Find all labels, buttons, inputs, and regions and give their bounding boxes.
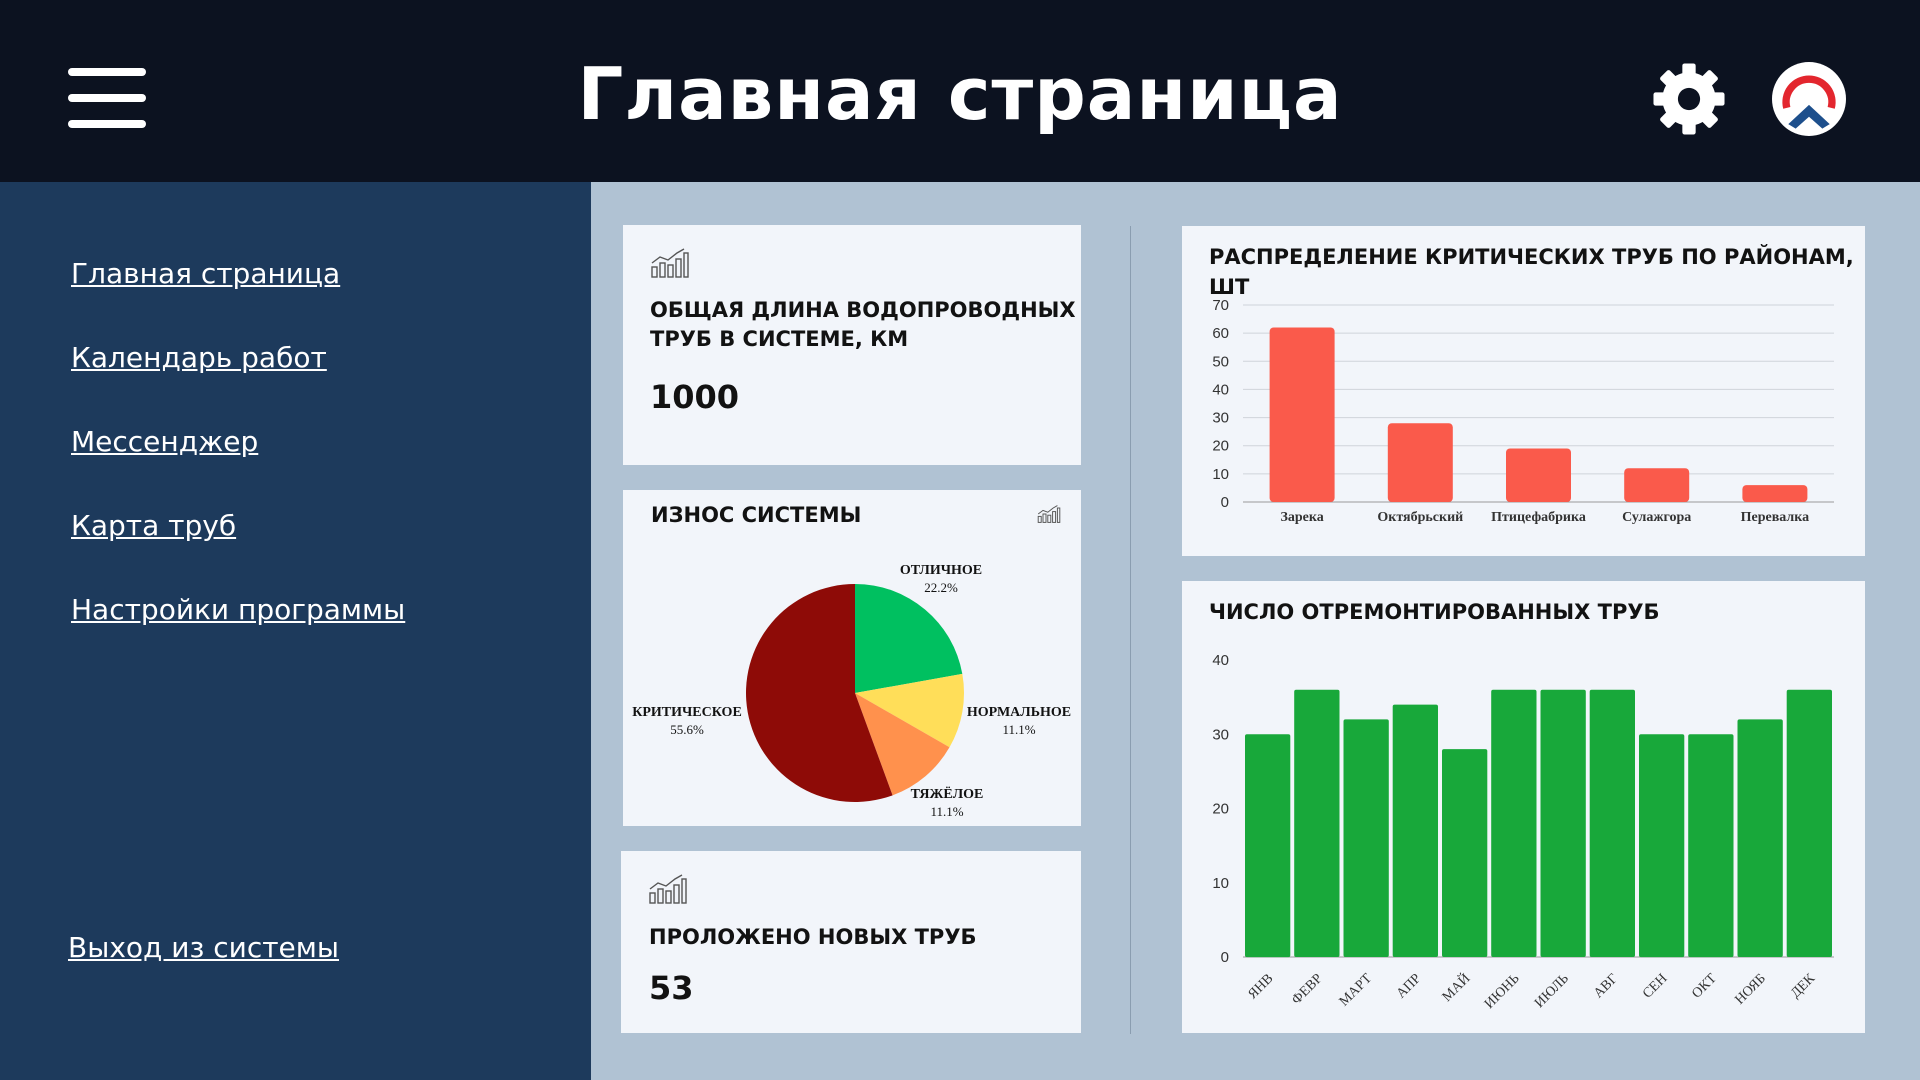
pie-label-excellent-value: 22.2% (924, 580, 958, 595)
critical-chart-ytick-label: 70 (1212, 297, 1229, 314)
repaired-chart-category-label: ОКТ (1689, 971, 1720, 1002)
sidebar-item-work-calendar[interactable]: Календарь работ (71, 340, 327, 376)
repaired-chart-bar (1786, 689, 1832, 957)
critical-chart-category-label: Перевалка (1741, 510, 1810, 525)
pie-label-excellent: ОТЛИЧНОЕ 22.2% (885, 562, 997, 596)
total-length-card: ОБЩАЯ ДЛИНА ВОДОПРОВОДНЫХ ТРУБ В СИСТЕМЕ… (623, 225, 1081, 465)
repaired-chart-bar (1688, 734, 1734, 958)
repaired-chart-ytick-label: 30 (1212, 726, 1229, 743)
repaired-chart-category-label: ФЕВР (1289, 971, 1326, 1008)
pie-label-critical-name: КРИТИЧЕСКОЕ (632, 705, 742, 720)
critical-chart-bar (1624, 468, 1690, 502)
repaired-chart-category-label: СЕН (1640, 971, 1670, 1001)
critical-chart-ytick-label: 60 (1212, 325, 1229, 342)
critical-chart-bar (1269, 327, 1335, 502)
pie-label-critical-value: 55.6% (670, 722, 704, 737)
pie-label-heavy: ТЯЖЁЛОЕ 11.1% (891, 786, 1003, 820)
bar-growth-chart-icon (649, 874, 687, 904)
repaired-chart-category-label: ЯНВ (1245, 971, 1276, 1002)
repaired-chart-category-label: МАЙ (1438, 970, 1473, 1005)
repaired-chart-bar (1589, 689, 1635, 957)
sidebar-item-messenger[interactable]: Мессенджер (71, 424, 258, 460)
pie-label-heavy-name: ТЯЖЁЛОЕ (910, 787, 984, 802)
critical-chart-ytick-label: 20 (1212, 438, 1229, 455)
new-pipes-card: ПРОЛОЖЕНО НОВЫХ ТРУБ 53 (621, 851, 1081, 1033)
total-length-title-line1: ОБЩАЯ ДЛИНА ВОДОПРОВОДНЫХ (650, 298, 1076, 322)
pie-slice-0 (855, 584, 963, 693)
logout-link[interactable]: Выход из системы (68, 930, 339, 966)
pie-label-normal: НОРМАЛЬНОЕ 11.1% (957, 704, 1081, 738)
pie-label-excellent-name: ОТЛИЧНОЕ (899, 563, 983, 578)
critical-chart-bar (1387, 423, 1453, 502)
critical-chart-bar (1742, 485, 1808, 502)
repaired-chart-bar (1343, 719, 1389, 957)
repaired-chart-category-label: МАРТ (1337, 971, 1376, 1010)
repaired-chart-category-label: НОЯБ (1732, 971, 1768, 1007)
gear-icon[interactable] (1652, 62, 1726, 136)
bar-growth-chart-icon (651, 248, 689, 278)
critical-chart-ytick-label: 30 (1212, 410, 1229, 427)
sidebar: Главная страница Календарь работ Мессенд… (0, 182, 591, 1080)
column-divider (1130, 226, 1131, 1034)
repaired-chart-category-label: ИЮЛЬ (1532, 971, 1572, 1011)
total-length-title-line2: ТРУБ В СИСТЕМЕ, КМ (650, 327, 909, 351)
critical-chart-category-label: Сулажгора (1622, 510, 1691, 525)
repaired-chart-bar (1540, 689, 1586, 957)
pie-label-normal-value: 11.1% (1002, 722, 1036, 737)
repaired-chart-bar (1392, 704, 1438, 957)
repaired-pipes-chart-card: ЧИСЛО ОТРЕМОНТИРОВАННЫХ ТРУБ 0 10 20 30 40 ЯН… (1182, 581, 1865, 1033)
repaired-chart-ytick-label: 40 (1212, 652, 1229, 669)
pie-label-normal-name: НОРМАЛЬНОЕ (966, 705, 1072, 720)
pie-label-critical: КРИТИЧЕСКОЕ 55.6% (627, 704, 747, 738)
repaired-chart-ytick-label: 0 (1221, 949, 1229, 966)
sidebar-item-pipe-map[interactable]: Карта труб (71, 508, 236, 544)
critical-chart-category-label: Зарека (1280, 510, 1323, 525)
repaired-chart-bar (1491, 689, 1537, 957)
critical-chart-ytick-label: 10 (1212, 466, 1229, 483)
critical-chart-category-label: Октябрьский (1377, 510, 1463, 525)
page-title: Главная страница (577, 52, 1343, 136)
system-wear-card: ИЗНОС СИСТЕМЫ ОТЛИЧНОЕ 22.2% НОРМАЛЬНОЕ … (623, 490, 1081, 826)
new-pipes-title: ПРОЛОЖЕНО НОВЫХ ТРУБ (649, 925, 977, 949)
new-pipes-value: 53 (649, 969, 694, 1007)
pie-label-heavy-value: 11.1% (930, 804, 964, 819)
wear-pie-chart (745, 584, 965, 802)
top-header-bar: Главная страница (0, 0, 1920, 182)
repaired-chart-bar (1442, 749, 1488, 957)
repaired-chart-category-label: ДЕК (1788, 971, 1818, 1001)
repaired-chart-category-label: ИЮНЬ (1482, 971, 1523, 1012)
critical-chart-bar (1506, 448, 1571, 502)
total-length-value: 1000 (650, 378, 740, 416)
repaired-chart-bar (1294, 689, 1340, 957)
critical-pipes-bar-chart: 0 10 20 30 40 50 60 70 Зарека Октябрьский Птицефаб… (1212, 297, 1834, 525)
repaired-pipes-bar-chart: 0 10 20 30 40 ЯНВ ФЕВР МАРТ АПР МАЙ ИЮНЬ ИЮЛЬ АВГ СЕН… (1212, 652, 1834, 1012)
repaired-chart-category-label: АВГ (1591, 971, 1621, 1001)
repaired-chart-ytick-label: 20 (1212, 801, 1229, 818)
repaired-chart-ytick-label: 10 (1212, 875, 1229, 892)
repaired-chart-bar (1639, 734, 1685, 958)
critical-chart-ytick-label: 0 (1221, 494, 1229, 511)
sidebar-item-settings[interactable]: Настройки программы (71, 592, 405, 628)
repaired-chart-bar (1245, 734, 1291, 958)
repaired-chart-category-label: АПР (1394, 971, 1425, 1002)
critical-chart-ytick-label: 50 (1212, 353, 1229, 370)
sidebar-item-home[interactable]: Главная страница (71, 256, 340, 292)
critical-pipes-chart-card: РАСПРЕДЕЛЕНИЕ КРИТИЧЕСКИХ ТРУБ ПО РАЙОНА… (1182, 226, 1865, 556)
critical-chart-category-label: Птицефабрика (1491, 510, 1586, 525)
app-logo-icon (1772, 62, 1846, 136)
critical-chart-ytick-label: 40 (1212, 381, 1229, 398)
repaired-chart-bar (1737, 719, 1783, 957)
